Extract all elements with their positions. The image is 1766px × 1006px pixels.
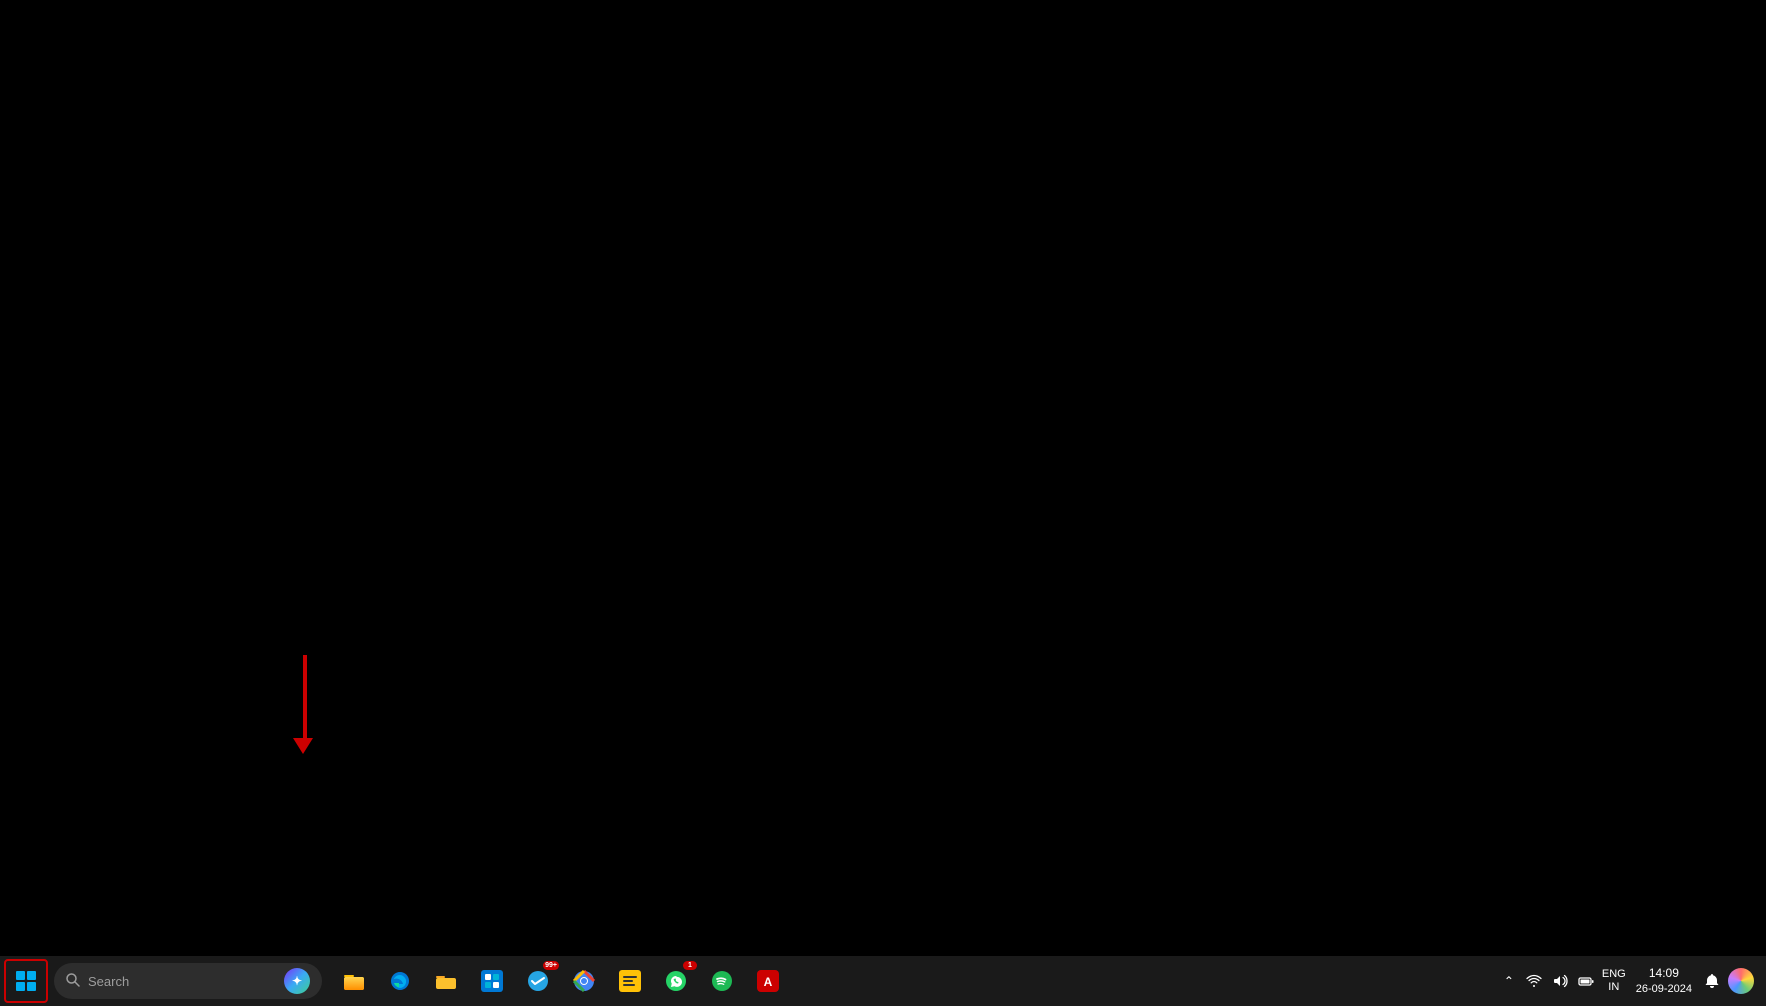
- taskbar-app-ms-store[interactable]: [470, 959, 514, 1003]
- taskbar: Search ✦: [0, 956, 1766, 1006]
- clock-area[interactable]: 14:09 26-09-2024: [1632, 966, 1696, 996]
- clock-time: 14:09: [1649, 966, 1679, 982]
- taskbar-app-file-explorer[interactable]: [332, 959, 376, 1003]
- start-button[interactable]: [4, 959, 48, 1003]
- taskbar-app-whatsapp[interactable]: 1: [654, 959, 698, 1003]
- taskbar-app-edge[interactable]: [378, 959, 422, 1003]
- search-box[interactable]: Search ✦: [54, 963, 322, 999]
- desktop: [0, 0, 1766, 956]
- clock-date: 26-09-2024: [1636, 982, 1692, 996]
- taskbar-app-folder[interactable]: [424, 959, 468, 1003]
- taskbar-apps: 99+: [332, 959, 1498, 1003]
- badge-99: 99+: [543, 961, 559, 970]
- svg-text:A: A: [764, 975, 773, 989]
- taskbar-app-badge-99[interactable]: 99+: [516, 959, 560, 1003]
- taskbar-app-red[interactable]: A: [746, 959, 790, 1003]
- language-indicator[interactable]: ENG IN: [1602, 968, 1626, 994]
- tray-overflow-button[interactable]: ⌃: [1500, 972, 1518, 990]
- language-code: ENG: [1602, 968, 1626, 981]
- color-theme-button[interactable]: [1728, 968, 1754, 994]
- chevron-up-icon: ⌃: [1504, 974, 1514, 988]
- taskbar-app-notes[interactable]: [608, 959, 652, 1003]
- system-tray: ⌃: [1500, 966, 1762, 996]
- bing-logo: ✦: [284, 968, 310, 994]
- battery-icon[interactable]: [1576, 971, 1596, 991]
- region-code: IN: [1608, 981, 1619, 994]
- volume-icon[interactable]: [1550, 971, 1570, 991]
- wifi-icon[interactable]: [1524, 971, 1544, 991]
- search-label: Search: [88, 974, 276, 989]
- notification-button[interactable]: [1702, 971, 1722, 991]
- taskbar-app-spotify[interactable]: [700, 959, 744, 1003]
- search-icon: [66, 973, 80, 990]
- taskbar-app-chrome[interactable]: [562, 959, 606, 1003]
- badge-1: 1: [683, 961, 697, 970]
